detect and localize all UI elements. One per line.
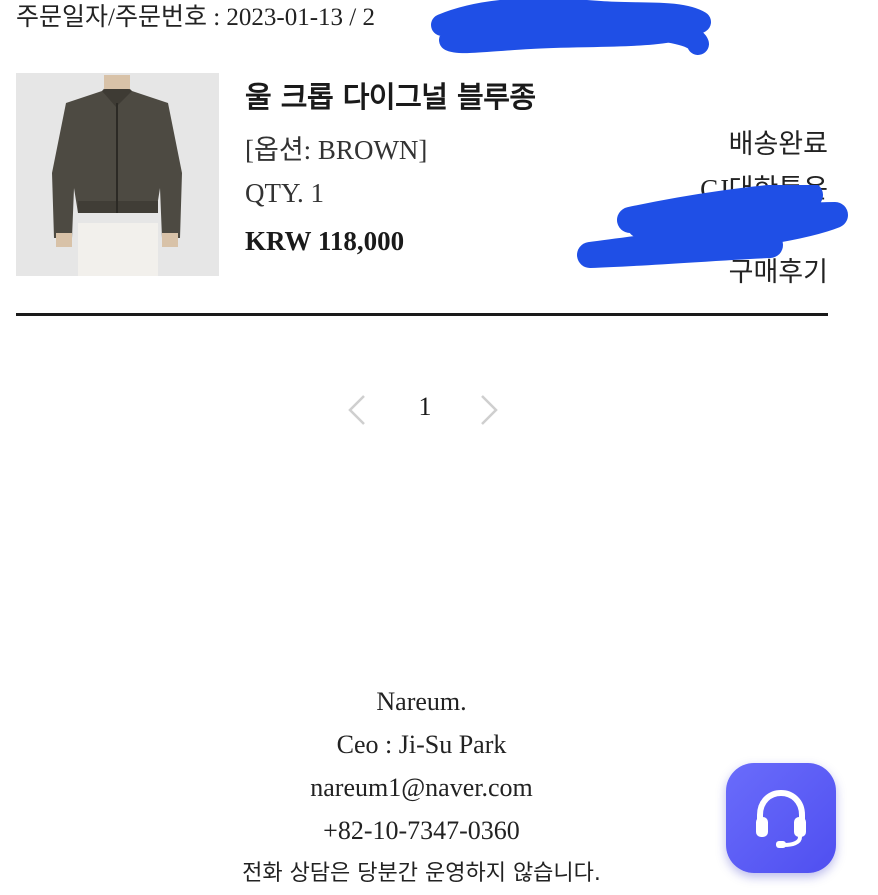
site-footer: Nareum. Ceo : Ji-Su Park nareum1@naver.c…: [0, 680, 843, 895]
footer-email[interactable]: nareum1@naver.com: [0, 766, 843, 809]
courier-link[interactable]: CJ대한통운: [700, 167, 828, 212]
headset-icon: [756, 789, 806, 848]
page-number-current[interactable]: 1: [407, 392, 443, 422]
chat-support-button[interactable]: [726, 763, 836, 873]
chevron-right-icon[interactable]: [470, 390, 506, 430]
order-date-number: 주문일자/주문번호 : 2023-01-13 / 2: [16, 4, 375, 31]
footer-ceo: Ceo : Ji-Su Park: [336, 730, 507, 759]
product-quantity: QTY. 1: [245, 178, 325, 208]
chevron-left-icon[interactable]: [340, 390, 376, 430]
delivery-status: 배송완료: [728, 129, 828, 159]
footer-phone[interactable]: +82-10-7347-0360: [0, 809, 843, 852]
redacted-row: [700, 212, 828, 250]
order-status-column: 배송완료 CJ대한통운 구매후기: [700, 122, 828, 295]
footer-notice: 전화 상담은 당분간 운영하지 않습니다.: [242, 861, 601, 886]
product-price: KRW 118,000: [245, 226, 405, 256]
jacket-photo: [16, 73, 219, 276]
footer-company: Nareum.: [376, 687, 467, 716]
pagination: 1: [340, 388, 510, 432]
order-divider: [16, 313, 828, 316]
write-review-link[interactable]: 구매후기: [700, 250, 828, 295]
product-option: [옵션: BROWN]: [245, 135, 428, 165]
product-name[interactable]: 울 크롭 다이그널 블루종: [245, 74, 536, 116]
product-image[interactable]: [16, 73, 219, 276]
order-header: 주문일자/주문번호 : 2023-01-13 / 2: [16, 0, 876, 36]
